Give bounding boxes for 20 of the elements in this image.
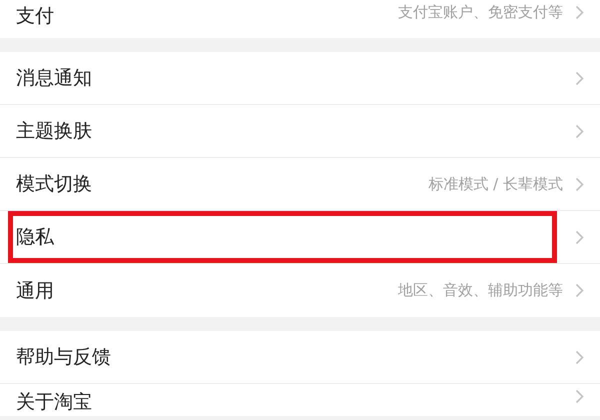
- row-label: 关于淘宝: [16, 390, 92, 415]
- chevron-icon: [575, 176, 584, 192]
- row-label: 支付: [16, 4, 54, 29]
- row-label: 主题换肤: [16, 119, 92, 144]
- chevron-icon: [575, 124, 584, 138]
- row-label: 通用: [16, 278, 54, 304]
- row-value: 地区、音效、辅助功能等: [398, 281, 563, 300]
- row-label: 帮助与反馈: [16, 345, 111, 370]
- row-label: 消息通知: [16, 66, 92, 91]
- row-label: 模式切换: [16, 172, 92, 197]
- chevron-icon: [575, 283, 584, 298]
- row-label: 隐私: [16, 225, 54, 250]
- chevron-icon: [575, 70, 584, 86]
- chevron-icon: [575, 230, 584, 244]
- chevron-icon: [575, 389, 584, 404]
- row-value: 支付宝账户、免密支付等: [398, 3, 563, 22]
- chevron-icon: [575, 350, 584, 364]
- row-value: 标准模式 / 长辈模式: [428, 174, 563, 194]
- settings-row[interactable]: 隐私: [0, 211, 600, 264]
- chevron-icon: [575, 5, 584, 20]
